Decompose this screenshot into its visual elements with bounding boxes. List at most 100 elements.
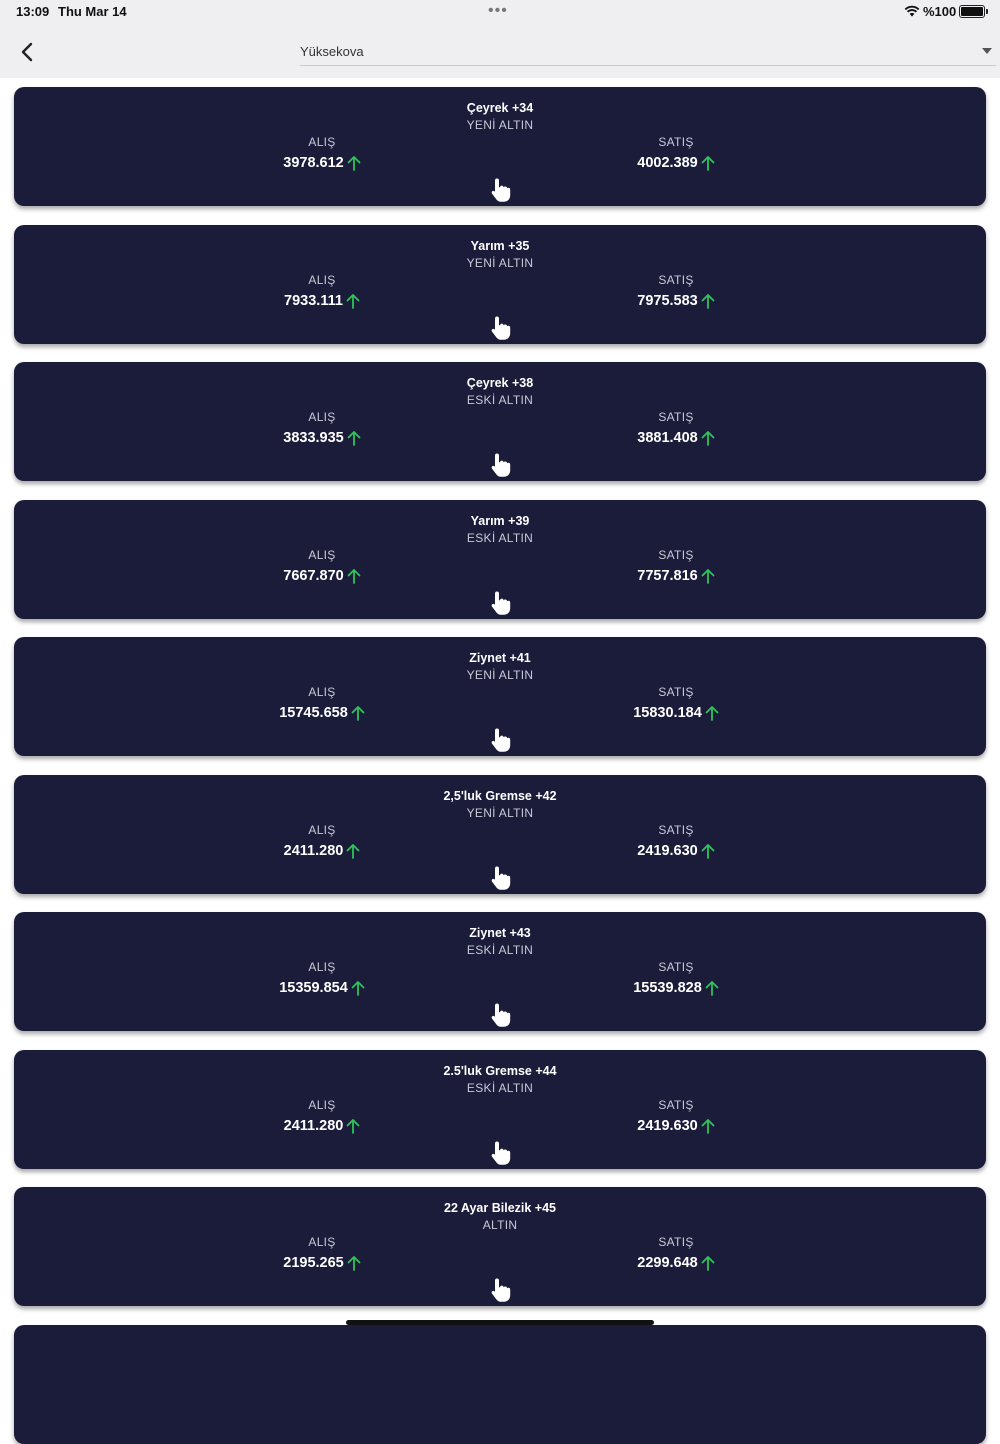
product-subtitle: ESKİ ALTIN <box>466 530 534 545</box>
buy-label: ALIŞ <box>308 960 336 974</box>
sell-label: SATIŞ <box>658 272 694 287</box>
buy-price-column: ALIŞ 15359.854 <box>222 960 422 997</box>
battery-icon <box>959 5 988 18</box>
price-card[interactable]: 2.5'luk Gremse +44 ESKİ ALTIN ALIŞ 2411.280… <box>14 1049 986 1169</box>
trend-up-arrow-icon <box>701 1118 715 1134</box>
price-card[interactable]: Yarım +35 YENİ ALTIN ALIŞ 7933.111 SATIŞ 7975… <box>14 224 986 344</box>
trend-up-arrow-icon <box>701 156 715 171</box>
product-title: 2,5'luk Gremse +42 <box>443 788 557 803</box>
navigation-bar: Yüksekova <box>0 24 1000 78</box>
back-chevron-icon[interactable] <box>14 38 42 66</box>
battery-percent: %100 <box>923 4 957 19</box>
trend-up-arrow-icon <box>701 843 715 859</box>
buy-price-column: ALIŞ 7667.870 <box>222 548 422 585</box>
price-card[interactable]: Ziynet +43 ESKİ ALTIN ALIŞ 15359.854 SATIŞ 15… <box>14 912 986 1031</box>
multitasking-dots[interactable]: ••• <box>488 3 508 19</box>
product-subtitle: YENİ ALTIN <box>466 805 534 820</box>
buy-price-column: ALIŞ 2411.280 <box>222 1098 422 1135</box>
trend-up-arrow-icon <box>705 981 719 996</box>
trend-up-arrow-icon <box>346 843 360 859</box>
buy-price-column: ALIŞ 2195.265 <box>222 1235 422 1272</box>
buy-label: ALIŞ <box>308 135 336 149</box>
location-picker-value: Yüksekova <box>300 44 364 59</box>
product-title: Ziynet +41 <box>469 651 531 665</box>
sell-price: 4002.389 <box>637 155 698 171</box>
sell-price: 7757.816 <box>637 567 698 584</box>
buy-price: 2411.280 <box>283 1117 344 1134</box>
tap-hand-icon <box>491 1278 511 1302</box>
sell-price-column: SATIŞ 2419.630 <box>576 1098 776 1135</box>
trend-up-arrow-icon <box>347 568 361 584</box>
buy-price-column: ALIŞ 15745.658 <box>222 685 422 722</box>
product-subtitle: YENİ ALTIN <box>466 668 534 682</box>
buy-label: ALIŞ <box>308 410 336 424</box>
price-card[interactable]: Çeyrek +34 YENİ ALTIN ALIŞ 3978.612 SATIŞ 400… <box>14 87 986 206</box>
sell-label: SATIŞ <box>658 547 694 562</box>
sell-price-column: SATIŞ 15539.828 <box>576 960 776 997</box>
product-title: Yarım +35 <box>470 238 530 253</box>
buy-label: ALIŞ <box>308 822 336 837</box>
buy-price: 15359.854 <box>279 980 348 996</box>
sell-price-column: SATIŞ 3881.408 <box>576 410 776 447</box>
buy-label: ALIŞ <box>308 685 336 699</box>
product-subtitle: ESKİ ALTIN <box>466 393 534 407</box>
dropdown-caret-icon <box>982 48 992 54</box>
product-subtitle: YENİ ALTIN <box>466 255 534 270</box>
sell-price: 2419.630 <box>637 1117 698 1134</box>
price-card[interactable]: 22 Ayar Bilezik +45 ALTIN ALIŞ 2195.265 SATI… <box>14 1187 986 1306</box>
price-card[interactable]: Çeyrek +38 ESKİ ALTIN ALIŞ 3833.935 SATIŞ 388… <box>14 362 986 481</box>
buy-price: 2195.265 <box>283 1255 344 1271</box>
product-title: Çeyrek +38 <box>466 376 534 390</box>
sell-label: SATIŞ <box>658 410 694 424</box>
buy-label: ALIŞ <box>308 1097 336 1112</box>
status-time: 13:09 <box>16 4 50 19</box>
sell-price: 7975.583 <box>637 292 698 309</box>
buy-price: 3978.612 <box>283 155 344 171</box>
location-picker[interactable]: Yüksekova <box>300 38 996 66</box>
product-subtitle: ESKİ ALTIN <box>466 943 534 957</box>
trend-up-arrow-icon <box>346 1118 360 1134</box>
buy-price: 15745.658 <box>279 705 348 721</box>
trend-up-arrow-icon <box>701 293 715 309</box>
price-card-partial[interactable] <box>14 1324 986 1444</box>
product-subtitle: ALTIN <box>482 1218 518 1232</box>
buy-price-column: ALIŞ 3978.612 <box>222 135 422 172</box>
sell-price: 2299.648 <box>637 1255 698 1271</box>
sell-price: 3881.408 <box>637 430 698 446</box>
buy-label: ALIŞ <box>308 272 336 287</box>
buy-price: 7933.111 <box>284 292 343 309</box>
product-title: 22 Ayar Bilezik +45 <box>444 1201 556 1215</box>
sell-price-column: SATIŞ 7757.816 <box>576 548 776 585</box>
price-card[interactable]: 2,5'luk Gremse +42 YENİ ALTIN ALIŞ 2411.280… <box>14 774 986 894</box>
sell-price: 15539.828 <box>633 980 702 996</box>
trend-up-arrow-icon <box>347 156 361 171</box>
tap-hand-icon <box>491 316 511 340</box>
wifi-icon <box>904 5 920 17</box>
sell-price-column: SATIŞ 7975.583 <box>576 273 776 310</box>
buy-label: ALIŞ <box>308 547 336 562</box>
product-subtitle: ESKİ ALTIN <box>466 1080 534 1095</box>
buy-price: 2411.280 <box>283 842 344 859</box>
buy-price: 3833.935 <box>283 430 344 446</box>
buy-price-column: ALIŞ 3833.935 <box>222 410 422 447</box>
tap-hand-icon <box>491 728 511 752</box>
trend-up-arrow-icon <box>347 1256 361 1271</box>
trend-up-arrow-icon <box>701 568 715 584</box>
tap-hand-icon <box>491 1003 511 1027</box>
sell-label: SATIŞ <box>658 1097 694 1112</box>
price-card[interactable]: Yarım +39 ESKİ ALTIN ALIŞ 7667.870 SATIŞ 7757… <box>14 499 986 619</box>
home-indicator[interactable] <box>346 1320 654 1325</box>
buy-price-column: ALIŞ 2411.280 <box>222 823 422 860</box>
price-card[interactable]: Ziynet +41 YENİ ALTIN ALIŞ 15745.658 SATIŞ 15… <box>14 637 986 756</box>
product-subtitle: YENİ ALTIN <box>466 118 534 132</box>
product-title: Ziynet +43 <box>469 926 531 940</box>
trend-up-arrow-icon <box>351 706 365 721</box>
product-title: Yarım +39 <box>470 513 530 528</box>
sell-label: SATIŞ <box>658 135 694 149</box>
tap-hand-icon <box>491 178 511 202</box>
sell-label: SATIŞ <box>658 822 694 837</box>
sell-price: 15830.184 <box>633 705 702 721</box>
product-title: 2.5'luk Gremse +44 <box>443 1063 557 1078</box>
trend-up-arrow-icon <box>346 293 360 309</box>
trend-up-arrow-icon <box>705 706 719 721</box>
